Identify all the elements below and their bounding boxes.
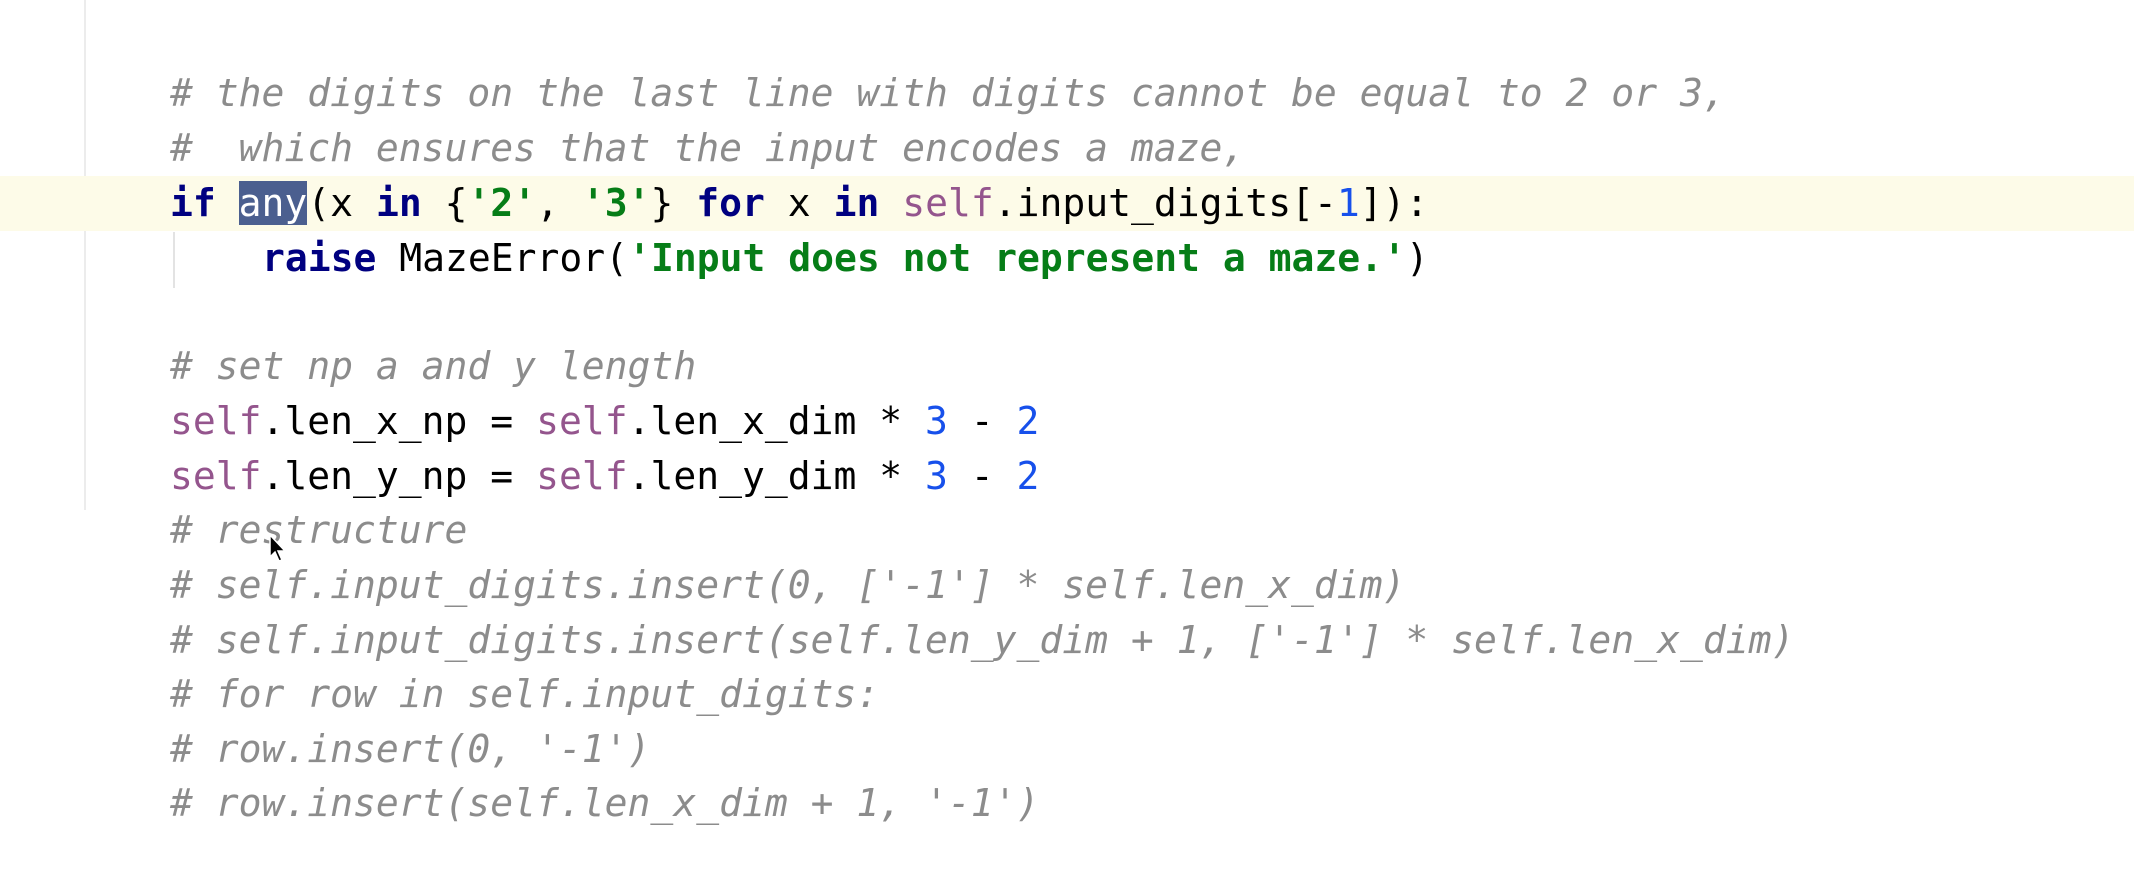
number-literal: 2 (1016, 454, 1040, 498)
self-keyword: self (902, 181, 994, 225)
code-fragment: MazeError( (376, 236, 629, 280)
code-fragment: .len_x_np = (261, 399, 537, 443)
self-keyword: self (170, 399, 262, 443)
number-literal: 3 (925, 399, 948, 443)
code-line-comment-row-insert-x[interactable]: # row.insert(self.len_x_dim + 1, '-1') (0, 776, 2134, 831)
comment-text: # set np a and y length (170, 344, 697, 388)
code-text: raise MazeError('Input does not represen… (262, 231, 1429, 286)
code-fragment: } (650, 181, 697, 225)
code-line-comment-restructure[interactable]: # restructure (0, 503, 2134, 558)
code-fragment: ]): (1359, 181, 1429, 225)
keyword-for: for (696, 181, 765, 225)
code-text: if any(x in {'2', '3'} for x in self.inp… (170, 176, 1428, 231)
code-fragment: ) (1405, 236, 1429, 280)
keyword-if: if (170, 181, 216, 225)
code-line-comment-insert-y[interactable]: # self.input_digits.insert(self.len_y_di… (0, 613, 2134, 668)
code-line-if-any[interactable]: if any(x in {'2', '3'} for x in self.inp… (0, 176, 2134, 231)
code-line-comment-row-insert-0[interactable]: # row.insert(0, '-1') (0, 722, 2134, 777)
code-fragment: - (947, 399, 1017, 443)
code-line-comment-insert-0[interactable]: # self.input_digits.insert(0, ['-1'] * s… (0, 558, 2134, 613)
comment-text: # row.insert(0, '-1') (170, 727, 651, 771)
string-literal: 'Input does not represent a maze.' (628, 236, 1406, 280)
self-keyword: self (536, 399, 628, 443)
code-fragment: - (947, 454, 1017, 498)
code-fragment: .len_y_dim * (627, 454, 925, 498)
code-line-raise[interactable]: raise MazeError('Input does not represen… (0, 231, 2134, 286)
code-text: self.len_y_np = self.len_y_dim * 3 - 2 (170, 449, 1039, 504)
string-literal: '2' (467, 181, 537, 225)
comment-text: # row.insert(self.len_x_dim + 1, '-1') (170, 781, 1040, 825)
self-keyword: self (170, 454, 262, 498)
selected-word-any[interactable]: any (238, 181, 308, 225)
partial-line-top (0, 0, 2134, 6)
keyword-in: in (833, 181, 880, 225)
code-line-comment-digits[interactable]: # the digits on the last line with digit… (0, 66, 2134, 121)
comment-text: # for row in self.input_digits: (170, 672, 880, 716)
comment-text: # the digits on the last line with digit… (170, 71, 1726, 115)
code-line-comment-for-row[interactable]: # for row in self.input_digits: (0, 667, 2134, 722)
code-line-comment-set-np[interactable]: # set np a and y length (0, 339, 2134, 394)
comment-text: # self.input_digits.insert(0, ['-1'] * s… (170, 563, 1406, 607)
comment-text: # self.input_digits.insert(self.len_y_di… (170, 618, 1795, 662)
string-literal: '3' (581, 181, 651, 225)
comment-text: # which ensures that the input encodes a… (170, 126, 1246, 170)
code-fragment: { (421, 181, 468, 225)
mouse-pointer-icon (269, 533, 287, 562)
code-fragment: .len_y_np = (261, 454, 537, 498)
code-fragment: .input_digits[- (993, 181, 1337, 225)
code-text: self.len_x_np = self.len_x_dim * 3 - 2 (170, 394, 1039, 449)
code-editor[interactable]: # the digits on the last line with digit… (0, 0, 2134, 888)
code-line-len-x-np[interactable]: self.len_x_np = self.len_x_dim * 3 - 2 (0, 394, 2134, 449)
number-literal: 3 (925, 454, 948, 498)
number-literal: 1 (1336, 181, 1360, 225)
number-literal: 2 (1016, 399, 1040, 443)
code-fragment: (x (307, 181, 376, 225)
code-line-len-y-np[interactable]: self.len_y_np = self.len_y_dim * 3 - 2 (0, 449, 2134, 504)
code-line-comment-maze[interactable]: # which ensures that the input encodes a… (0, 121, 2134, 176)
code-fragment: , (536, 181, 582, 225)
code-fragment: .len_x_dim * (627, 399, 925, 443)
self-keyword: self (536, 454, 628, 498)
keyword-raise: raise (262, 236, 377, 280)
comment-text: # restructure (170, 508, 468, 552)
code-fragment: x (764, 181, 834, 225)
keyword-in: in (375, 181, 422, 225)
